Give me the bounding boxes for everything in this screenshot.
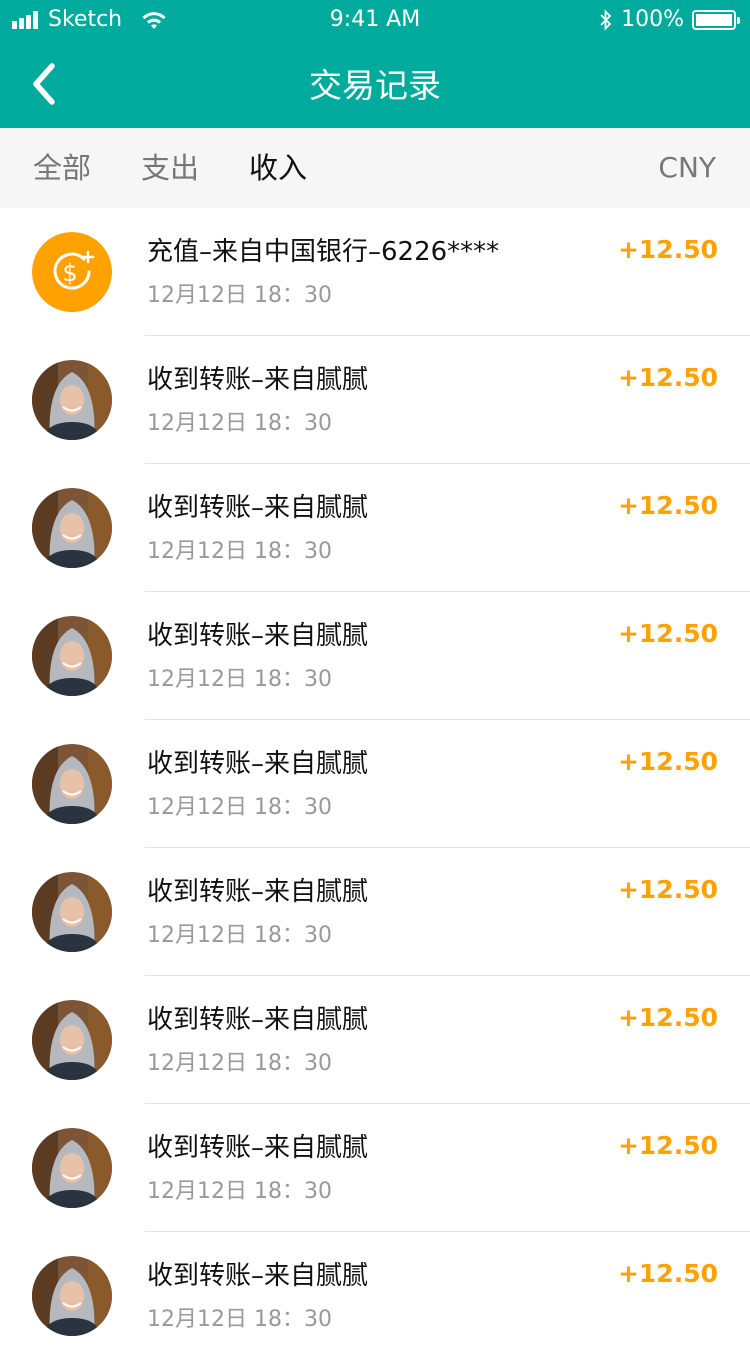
- avatar: [32, 872, 112, 952]
- transaction-amount: +12.50: [617, 491, 718, 520]
- transaction-title: 充值–来自中国银行–6226****: [147, 237, 500, 267]
- svg-text:$: $: [62, 259, 77, 287]
- avatar: [32, 744, 112, 824]
- transaction-time: 12月12日 18：30: [147, 667, 332, 692]
- transaction-title: 收到转账–来自腻腻: [147, 1261, 369, 1291]
- tab-all[interactable]: 全部: [33, 148, 91, 188]
- transaction-time: 12月12日 18：30: [147, 1307, 332, 1332]
- currency-selector[interactable]: CNY: [658, 148, 716, 188]
- filter-tabs: 全部 支出 收入 CNY: [0, 128, 750, 208]
- list-item[interactable]: 收到转账–来自腻腻 12月12日 18：30 +12.50: [0, 976, 750, 1104]
- transaction-time: 12月12日 18：30: [147, 539, 332, 564]
- avatar: [32, 616, 112, 696]
- transaction-time: 12月12日 18：30: [147, 1051, 332, 1076]
- transaction-amount: +12.50: [617, 875, 718, 904]
- transaction-time: 12月12日 18：30: [147, 1179, 332, 1204]
- transaction-title: 收到转账–来自腻腻: [147, 1005, 369, 1035]
- list-item[interactable]: 收到转账–来自腻腻 12月12日 18：30 +12.50: [0, 1104, 750, 1232]
- list-item[interactable]: 收到转账–来自腻腻 12月12日 18：30 +12.50: [0, 720, 750, 848]
- transaction-title: 收到转账–来自腻腻: [147, 365, 369, 395]
- tab-income[interactable]: 收入: [249, 148, 307, 188]
- transaction-amount: +12.50: [617, 363, 718, 392]
- transaction-title: 收到转账–来自腻腻: [147, 1133, 369, 1163]
- avatar: [32, 488, 112, 568]
- list-item[interactable]: 收到转账–来自腻腻 12月12日 18：30 +12.50: [0, 848, 750, 976]
- avatar: [32, 1256, 112, 1336]
- avatar: [32, 360, 112, 440]
- list-item[interactable]: 收到转账–来自腻腻 12月12日 18：30 +12.50: [0, 592, 750, 720]
- bluetooth-icon: [600, 9, 612, 31]
- battery-icon: [692, 10, 740, 30]
- transaction-time: 12月12日 18：30: [147, 283, 332, 308]
- list-item[interactable]: $ 充值–来自中国银行–6226**** 12月12日 18：30 +12.50: [0, 208, 750, 336]
- list-item[interactable]: 收到转账–来自腻腻 12月12日 18：30 +12.50: [0, 1232, 750, 1360]
- transaction-time: 12月12日 18：30: [147, 411, 332, 436]
- nav-bar: 交易记录: [0, 40, 750, 128]
- transaction-amount: +12.50: [617, 619, 718, 648]
- transaction-amount: +12.50: [617, 1131, 718, 1160]
- transaction-amount: +12.50: [617, 1259, 718, 1288]
- status-bar: Sketch 9:41 AM 100%: [0, 0, 750, 40]
- avatar: [32, 1000, 112, 1080]
- avatar: [32, 1128, 112, 1208]
- transaction-list: $ 充值–来自中国银行–6226**** 12月12日 18：30 +12.50…: [0, 208, 750, 1360]
- transaction-title: 收到转账–来自腻腻: [147, 877, 369, 907]
- list-item[interactable]: 收到转账–来自腻腻 12月12日 18：30 +12.50: [0, 464, 750, 592]
- list-item[interactable]: 收到转账–来自腻腻 12月12日 18：30 +12.50: [0, 336, 750, 464]
- transaction-amount: +12.50: [617, 1003, 718, 1032]
- transaction-title: 收到转账–来自腻腻: [147, 621, 369, 651]
- transaction-time: 12月12日 18：30: [147, 923, 332, 948]
- tab-expense[interactable]: 支出: [141, 148, 199, 188]
- status-right: 100%: [599, 7, 740, 33]
- transaction-amount: +12.50: [617, 747, 718, 776]
- transaction-amount: +12.50: [617, 235, 718, 264]
- page-title: 交易记录: [309, 66, 441, 105]
- transaction-title: 收到转账–来自腻腻: [147, 493, 369, 523]
- coin-dollar-icon: $: [32, 232, 112, 312]
- transaction-title: 收到转账–来自腻腻: [147, 749, 369, 779]
- battery-percent: 100%: [621, 7, 684, 32]
- transaction-time: 12月12日 18：30: [147, 795, 332, 820]
